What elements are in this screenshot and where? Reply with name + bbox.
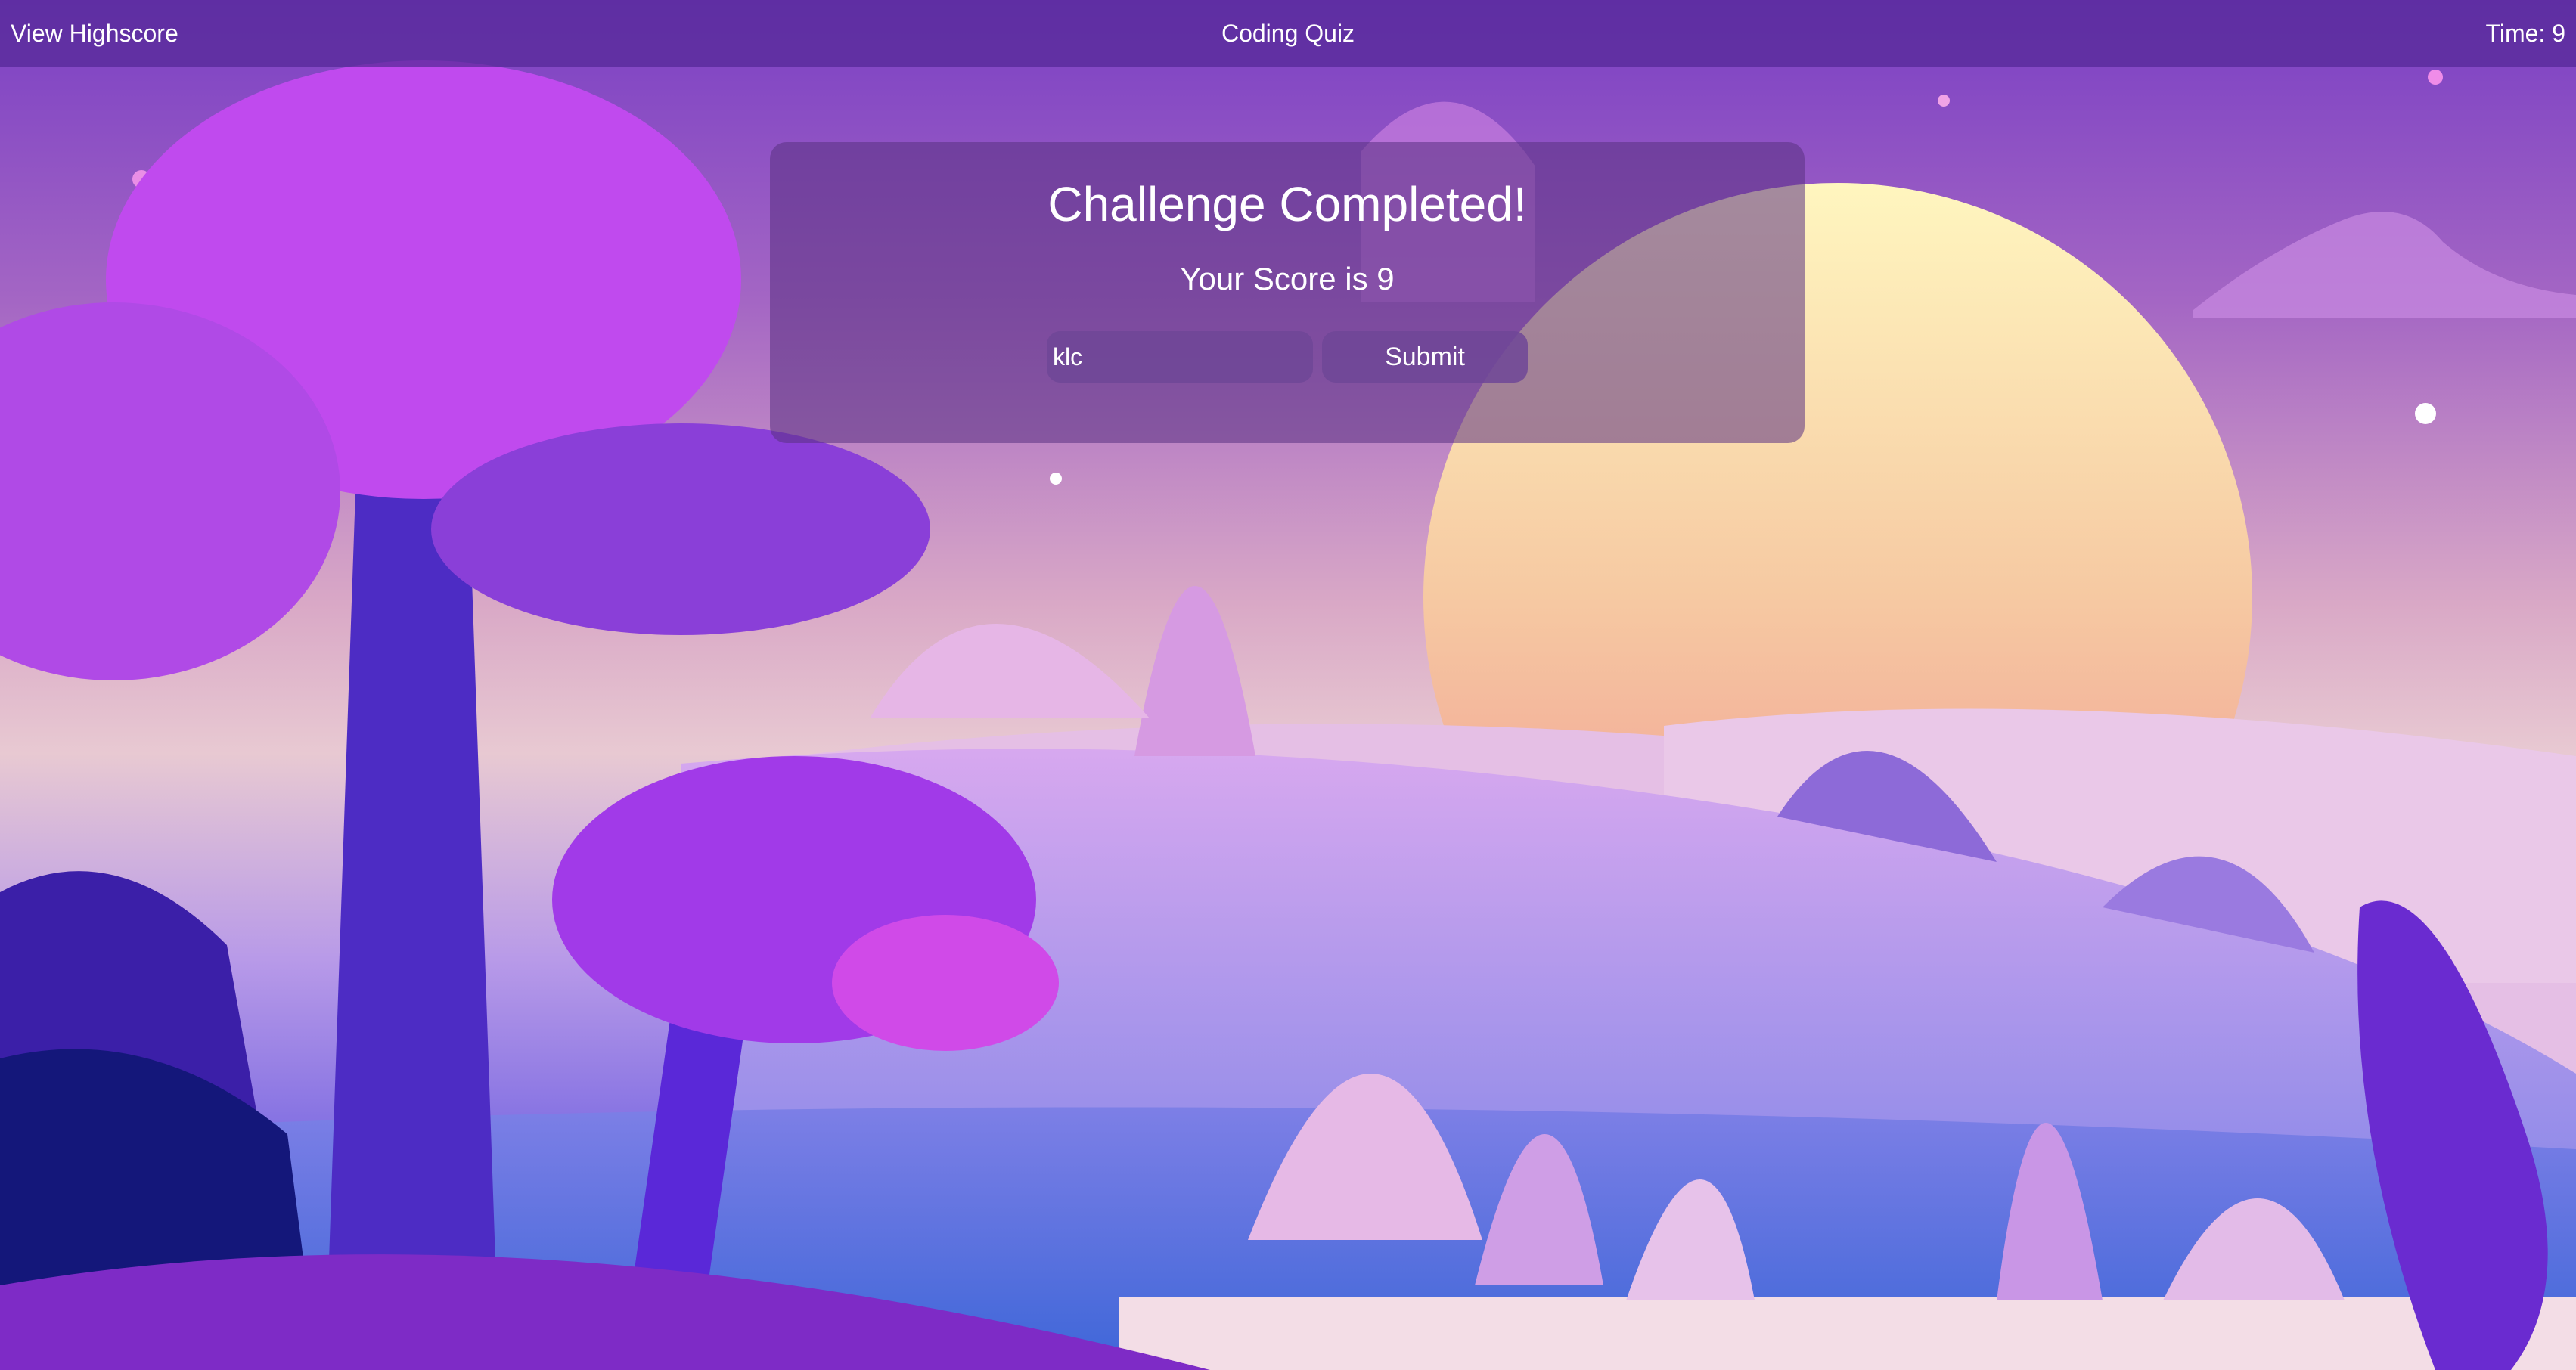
app-title: Coding Quiz	[1221, 19, 1355, 47]
timer-display: Time: 9	[2485, 19, 2566, 47]
star-dot	[1938, 95, 1950, 107]
star-dot	[2428, 70, 2443, 85]
view-highscore-link[interactable]: View Highscore	[11, 20, 178, 48]
star-dot	[2415, 403, 2436, 424]
top-navigation-bar: View Highscore Coding Quiz Time: 9	[0, 0, 2576, 67]
score-text: Your Score is 9	[1180, 261, 1395, 296]
challenge-complete-card: Challenge Completed! Your Score is 9 Sub…	[770, 142, 1805, 443]
completion-heading: Challenge Completed!	[1047, 177, 1527, 231]
initials-input[interactable]	[1047, 331, 1313, 383]
initials-form: Submit	[770, 331, 1805, 383]
submit-button[interactable]: Submit	[1322, 331, 1528, 383]
app-title-wrap: Coding Quiz	[0, 20, 2576, 48]
star-dot	[1050, 473, 1062, 485]
